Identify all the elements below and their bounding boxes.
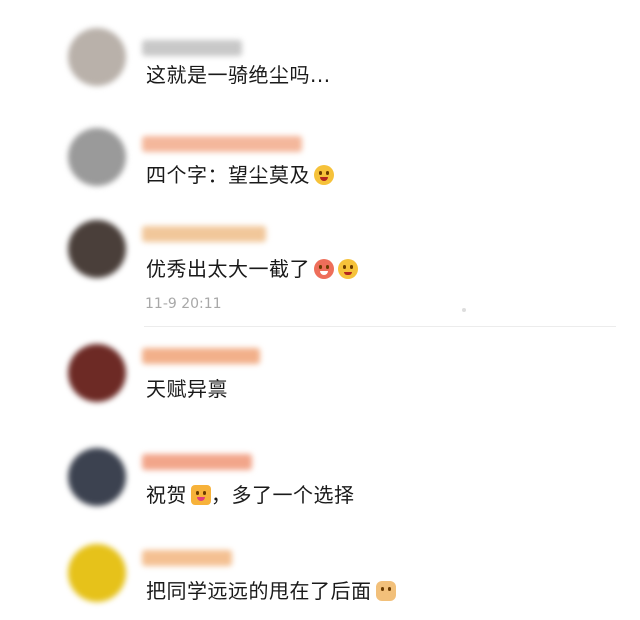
comment-text: 祝贺 — [146, 483, 187, 507]
thumbs-up-emoji — [375, 581, 396, 601]
avatar[interactable] — [68, 128, 126, 186]
nickname-blurred[interactable] — [142, 136, 302, 152]
timestamp: 11-9 20:11 — [145, 296, 222, 312]
comment-text-after: ，多了一个选择 — [211, 483, 355, 507]
comment-text-row: 优秀出太大一截了 — [146, 256, 358, 282]
comment-text: 优秀出太大一截了 — [146, 257, 310, 281]
scared-face-emoji — [314, 165, 334, 185]
comment-text: 这就是一骑绝尘吗... — [146, 63, 331, 87]
divider — [144, 326, 616, 327]
nickname-blurred[interactable] — [142, 348, 260, 364]
comment-text: 天赋异禀 — [146, 377, 228, 401]
avatar[interactable] — [68, 28, 126, 86]
party-popper-emoji — [191, 485, 211, 505]
nickname-blurred[interactable] — [142, 40, 242, 56]
comment-text: 把同学远远的甩在了后面 — [146, 579, 372, 603]
comment-text-row: 四个字：望尘莫及 — [146, 162, 334, 188]
avatar[interactable] — [68, 344, 126, 402]
comment-text-row: 祝贺 ，多了一个选择 — [146, 482, 355, 508]
avatar[interactable] — [68, 448, 126, 506]
drooling-face-emoji — [314, 259, 334, 279]
comment-text: 四个字：望尘莫及 — [146, 163, 310, 187]
dot — [462, 308, 466, 312]
nickname-blurred[interactable] — [142, 550, 232, 566]
nickname-blurred[interactable] — [142, 454, 252, 470]
nickname-blurred[interactable] — [142, 226, 266, 242]
comment-text-row: 把同学远远的甩在了后面 — [146, 578, 396, 604]
avatar[interactable] — [68, 544, 126, 602]
embarrassed-face-emoji — [338, 259, 358, 279]
avatar[interactable] — [68, 220, 126, 278]
